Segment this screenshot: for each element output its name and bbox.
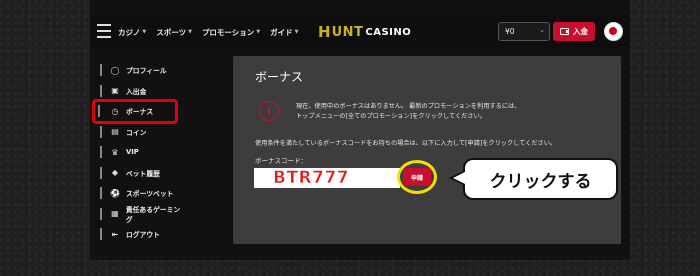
callout-tail-inner: [453, 172, 465, 184]
bonus-panel: ボーナス i 現在、使用中のボーナスはありません。 最新のプロモーションを利用す…: [233, 56, 621, 244]
chevron-down-icon: ▼: [256, 29, 261, 35]
sidebar-item-logout[interactable]: ⇤ ログアウト: [96, 224, 186, 245]
main-nav: カジノ ▼ スポーツ ▼ プロモーション ▼ ガイド ▼: [118, 16, 299, 48]
logout-icon: ⇤: [111, 229, 119, 239]
apply-button[interactable]: 申請: [403, 168, 431, 186]
no-bonus-notice: 現在、使用中のボーナスはありません。 最新のプロモーションを利用するには、 トッ…: [296, 103, 521, 120]
coin-icon: ▤: [111, 127, 119, 137]
user-icon: ◯: [110, 65, 120, 75]
site-logo[interactable]: H UNT CASINO: [318, 23, 411, 41]
menu-icon[interactable]: [97, 24, 111, 38]
deposit-button[interactable]: 入金: [553, 22, 595, 41]
crown-icon: ♛: [111, 147, 119, 157]
bonus-icon: ◷: [111, 106, 119, 116]
nav-promotions[interactable]: プロモーション ▼: [202, 27, 260, 38]
wallet-icon: ▣: [111, 86, 119, 96]
chevron-down-icon: ▼: [188, 29, 192, 35]
shield-icon: ▦: [111, 209, 119, 219]
sidebar-item-vip[interactable]: ♛ VIP: [96, 142, 186, 163]
top-header: カジノ ▼ スポーツ ▼ プロモーション ▼ ガイド ▼ H UNT CASINO ¥0 ⌄…: [90, 16, 630, 48]
nav-sports[interactable]: スポーツ ▼: [156, 27, 192, 38]
sidebar-item-deposit[interactable]: ▣ 入出金: [96, 81, 186, 102]
page-title: ボーナス: [255, 70, 304, 84]
bonus-code-label: ボーナスコード：: [255, 157, 307, 165]
sports-icon: ⚽: [110, 188, 120, 198]
wallet-icon: [560, 28, 569, 35]
bonus-code-value: BTR777: [273, 168, 350, 189]
nav-casino[interactable]: カジノ ▼: [118, 27, 146, 38]
info-icon: i: [259, 101, 279, 121]
sidebar-item-sports-bet[interactable]: ⚽ スポーツベット: [96, 183, 186, 204]
chevron-down-icon: ⌄: [539, 26, 545, 34]
bonus-code-instruction: 使用条件を満たしているボーナスコードをお持ちの場合は、以下に入力して[申請]をク…: [255, 140, 557, 147]
balance-dropdown[interactable]: ¥0 ⌄: [498, 22, 550, 41]
chevron-down-icon: ▼: [142, 29, 147, 35]
chevron-down-icon: ▼: [294, 29, 299, 35]
callout-bubble: クリックする: [463, 158, 618, 200]
sidebar-item-bet-history[interactable]: ◆ ベット履歴: [96, 163, 186, 184]
sidebar-item-responsible-gaming[interactable]: ▦ 責任あるゲーミング: [96, 204, 186, 225]
nav-guide[interactable]: ガイド ▼: [270, 27, 298, 38]
account-sidebar: ◯ プロフィール ▣ 入出金 ◷ ボーナス ▤ コイン ♛ VIP ◆ ベット履…: [92, 60, 186, 245]
sidebar-item-bonus[interactable]: ◷ ボーナス: [92, 99, 178, 124]
sidebar-item-profile[interactable]: ◯ プロフィール: [96, 60, 186, 81]
diamond-icon: ◆: [111, 168, 119, 178]
sidebar-item-coin[interactable]: ▤ コイン: [96, 122, 186, 143]
language-flag-icon[interactable]: [604, 22, 623, 41]
